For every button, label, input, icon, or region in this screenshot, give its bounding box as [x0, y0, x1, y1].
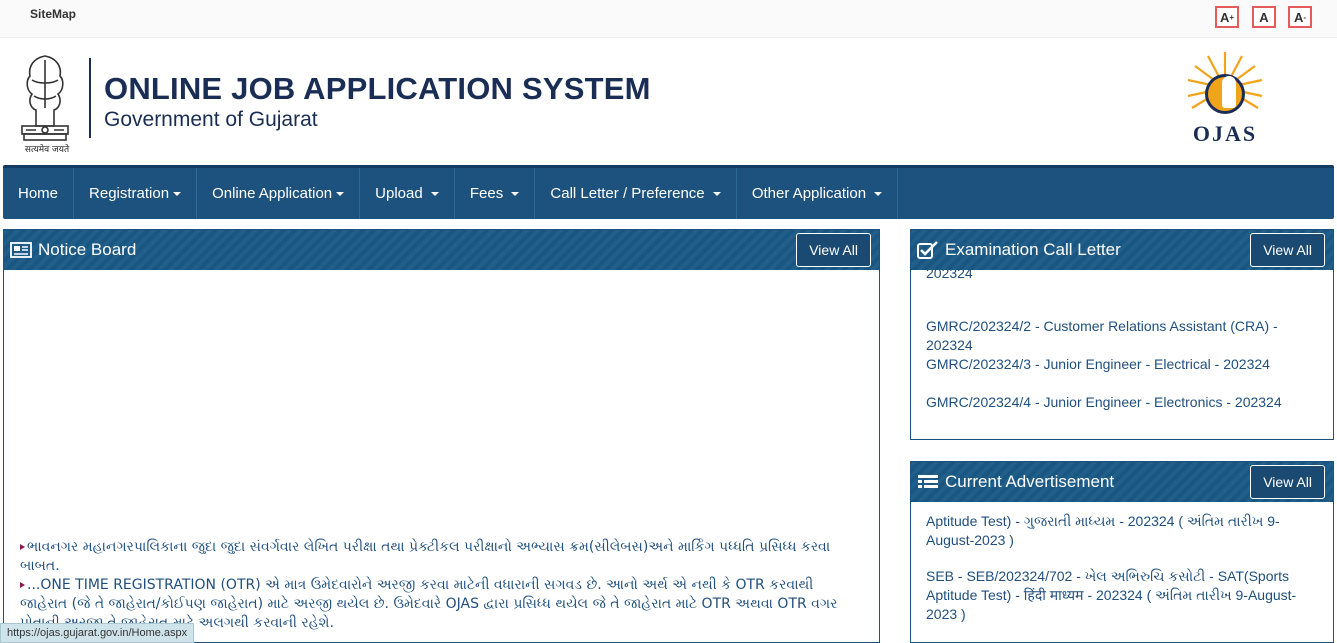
nav-other-application-label: Other Application	[751, 185, 867, 202]
advertisement-link[interactable]: Aptitude Test) - ગુજરાતી માધ્યમ - 202324…	[926, 512, 1318, 550]
font-increase-button[interactable]: A +	[1215, 6, 1239, 28]
caret-down-icon	[874, 191, 883, 196]
site-header: सत्यमेव जयते ONLINE JOB APPLICATION SYST…	[0, 38, 1337, 165]
nav-other-application[interactable]: Other Application	[737, 168, 899, 219]
nav-fees-label: Fees	[469, 185, 504, 202]
nav-call-letter-label: Call Letter / Preference	[550, 185, 705, 202]
browser-status-url: https://ojas.gujarat.gov.in/Home.aspx	[0, 623, 195, 643]
caret-down-icon	[430, 191, 439, 196]
nav-home-label: Home	[18, 185, 59, 202]
header-divider	[89, 58, 91, 138]
font-normal-button[interactable]: A	[1252, 6, 1276, 28]
national-emblem-icon	[21, 55, 69, 141]
nav-registration-label: Registration	[89, 185, 170, 202]
bullet-icon	[20, 582, 25, 588]
call-letter-body: 202324 GMRC/202324/2 - Customer Relation…	[911, 270, 1333, 439]
bullet-icon	[20, 544, 25, 550]
call-letter-title: Examination Call Letter	[945, 240, 1121, 259]
call-letter-panel: Examination Call Letter View All 202324 …	[910, 229, 1334, 440]
top-bar: SiteMap A + A A-	[0, 0, 1337, 38]
caret-down-icon	[511, 191, 520, 196]
caret-down-icon	[336, 191, 345, 196]
notice-item-text: ભાવનગર મહાનગરપાલિકાના જુદા જુદા સંવર્ગવા…	[20, 539, 831, 574]
list-icon	[918, 475, 938, 488]
newspaper-icon	[10, 242, 32, 258]
font-normal-label: A	[1259, 9, 1269, 25]
advertisement-link[interactable]: SEB - SEB/202324/702 - ખેલ અભિરુચિ કસોટી…	[926, 567, 1318, 624]
site-title: ONLINE JOB APPLICATION SYSTEM	[104, 71, 651, 106]
font-increase-label: A	[1219, 9, 1230, 25]
sitemap-link[interactable]: SiteMap	[30, 7, 76, 21]
call-letter-link[interactable]: 202324	[926, 270, 1318, 283]
caret-down-icon	[173, 191, 182, 196]
call-letter-view-all-button[interactable]: View All	[1250, 233, 1325, 267]
call-letter-header: Examination Call Letter View All	[911, 230, 1333, 270]
notice-board-view-all-button[interactable]: View All	[796, 233, 871, 267]
nav-online-application-label: Online Application	[212, 185, 333, 202]
nav-upload-label: Upload	[375, 185, 423, 202]
notice-board-panel: Notice Board View All ભાવનગર મહાનગરપાલિક…	[3, 229, 880, 643]
call-letter-link[interactable]: GMRC/202324/4 - Junior Engineer - Electr…	[926, 393, 1318, 412]
advertisement-panel: Current Advertisement View All Aptitude …	[910, 461, 1334, 643]
ojas-logo: OJAS	[1187, 52, 1263, 146]
advertisement-body: Aptitude Test) - ગુજરાતી માધ્યમ - 202324…	[911, 502, 1333, 642]
call-letter-link[interactable]: GMRC/202324/3 - Junior Engineer - Electr…	[926, 355, 1318, 374]
notice-board-body: ભાવનગર મહાનગરપાલિકાના જુદા જુદા સંવર્ગવા…	[4, 270, 879, 642]
notice-board-title: Notice Board	[38, 240, 137, 259]
caret-down-icon	[712, 191, 721, 196]
checkbox-icon	[917, 241, 938, 259]
notice-board-header: Notice Board View All	[4, 230, 879, 270]
font-increase-sup: +	[1229, 12, 1235, 22]
site-subtitle: Government of Gujarat	[104, 108, 318, 131]
font-decrease-label: A	[1293, 9, 1304, 25]
nav-fees[interactable]: Fees	[455, 168, 536, 219]
font-decrease-button[interactable]: A-	[1288, 6, 1312, 28]
nav-home[interactable]: Home	[3, 168, 75, 219]
nav-call-letter[interactable]: Call Letter / Preference	[535, 168, 737, 219]
advertisement-header: Current Advertisement View All	[911, 462, 1333, 502]
emblem-motto: सत्यमेव जयते	[24, 145, 70, 155]
advertisement-view-all-button[interactable]: View All	[1250, 465, 1325, 499]
nav-upload[interactable]: Upload	[360, 168, 455, 219]
notice-item[interactable]: ભાવનગર મહાનગરપાલિકાના જુદા જુદા સંવર્ગવા…	[20, 538, 859, 576]
call-letter-link[interactable]: GMRC/202324/2 - Customer Relations Assis…	[926, 317, 1318, 355]
nav-online-application[interactable]: Online Application	[197, 168, 361, 219]
ojas-logo-text: OJAS	[1193, 121, 1257, 146]
main-navbar: Home Registration Online Application Upl…	[3, 165, 1334, 219]
font-decrease-sup: -	[1303, 12, 1307, 22]
nav-registration[interactable]: Registration	[74, 168, 198, 219]
advertisement-title: Current Advertisement	[945, 472, 1115, 491]
